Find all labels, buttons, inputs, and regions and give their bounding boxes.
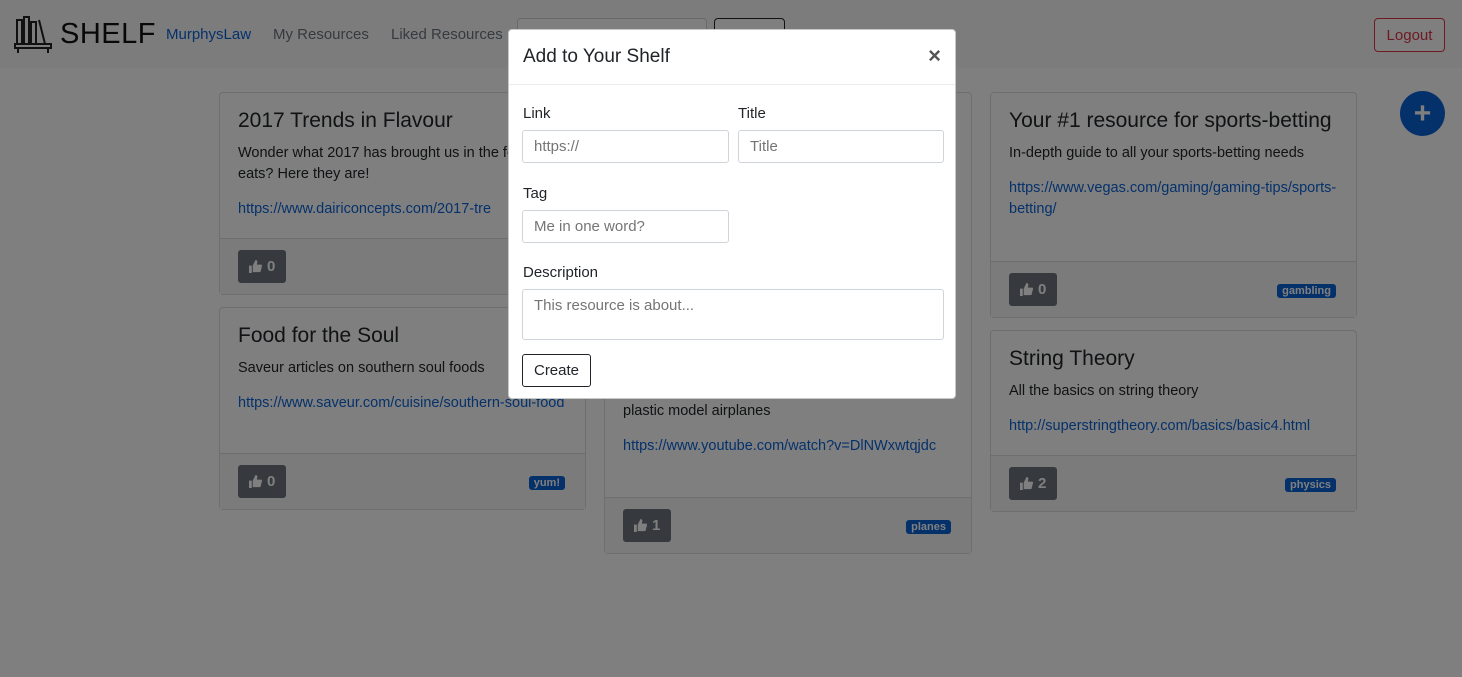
create-button[interactable]: Create bbox=[522, 354, 591, 387]
link-label: Link bbox=[523, 105, 551, 122]
modal-title: Add to Your Shelf bbox=[523, 46, 670, 67]
title-field[interactable] bbox=[738, 130, 944, 163]
link-field[interactable] bbox=[522, 130, 729, 163]
modal-header: Add to Your Shelf × bbox=[509, 30, 955, 85]
tag-field[interactable] bbox=[522, 210, 729, 243]
add-resource-modal: Add to Your Shelf × Link Title Tag Descr… bbox=[508, 29, 956, 399]
description-field[interactable] bbox=[522, 289, 944, 340]
title-label: Title bbox=[738, 105, 766, 122]
description-label: Description bbox=[523, 264, 599, 281]
close-icon[interactable]: × bbox=[928, 44, 941, 68]
tag-label: Tag bbox=[523, 185, 548, 202]
